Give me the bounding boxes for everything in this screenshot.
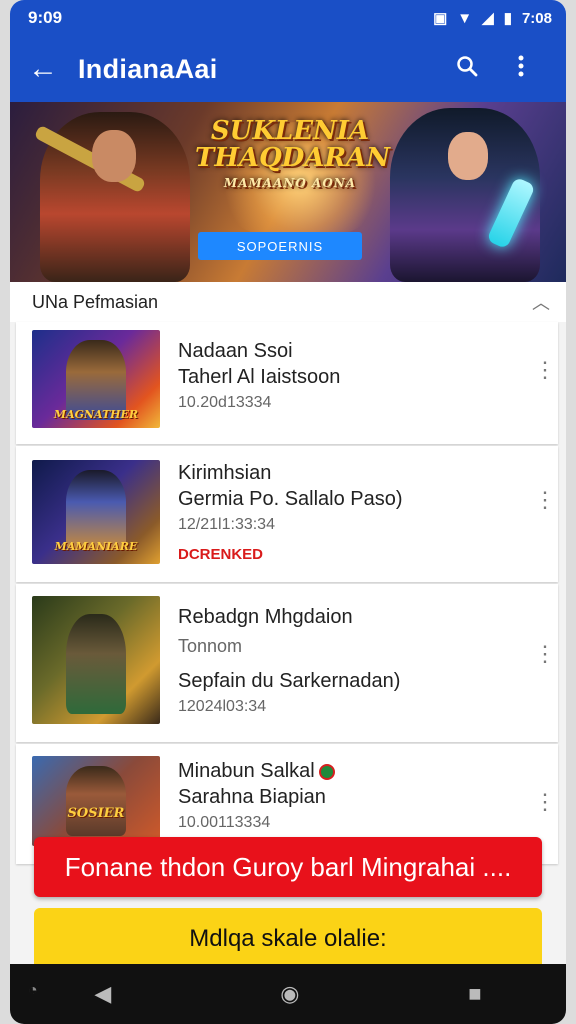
banner-hero-heroine — [390, 108, 540, 282]
status-time-right: 7:08 — [521, 9, 552, 27]
status-bar: 9:09 ▣ ▼ ◢ ▮ 7:08 — [10, 0, 566, 36]
item-thumbnail: MAMANIARE — [32, 460, 160, 564]
banner-title-line3: MAMAANO AONA — [223, 175, 357, 190]
thumb-figure — [66, 766, 126, 836]
thumb-label: MAGNATHER — [53, 408, 139, 421]
nav-home-icon[interactable]: ◉ — [280, 981, 299, 1007]
hero-face — [92, 130, 136, 182]
item-title: Nadaan Ssoi — [178, 340, 293, 362]
battery-icon: ▮ — [503, 10, 512, 27]
flag-icon — [318, 763, 335, 780]
item-title: Rebadgn Mhgdaion — [178, 606, 353, 628]
status-time-left: 9:09 — [28, 8, 63, 27]
signal-icon: ◢ — [482, 10, 494, 27]
banner-button[interactable]: SOPOERNIS — [198, 232, 362, 260]
search-icon[interactable] — [440, 54, 494, 85]
more-vert-icon[interactable] — [494, 54, 548, 85]
item-subtitle: Tonnom — [178, 636, 243, 656]
yellow-cta-button[interactable]: Mdlqa skale olalie: — [34, 908, 542, 970]
section-title: UNa Pefmasian — [32, 291, 159, 312]
system-nav-bar: ◔ ◀ ◉ ■ — [10, 964, 566, 1024]
phone-screen: 9:09 ▣ ▼ ◢ ▮ 7:08 ← IndianaAai SUKLENIA — [10, 0, 566, 1024]
item-date: 10.20d13334 — [178, 394, 272, 411]
status-icons: ▣ ▼ ◢ ▮ 7:08 — [433, 9, 552, 28]
sim-icon: ▣ — [433, 10, 448, 27]
app-bar: ← IndianaAai — [10, 36, 566, 102]
heroine-face — [448, 132, 488, 180]
list-item[interactable]: Rebadgn Mhgdaion Tonnom Sepfain du Sarke… — [16, 584, 558, 742]
more-vert-icon[interactable]: ⋮ — [534, 791, 556, 813]
item-title: Kirimhsian — [178, 462, 272, 484]
banner-title-line1: SUKLENIA — [210, 116, 370, 146]
item-thumbnail: MAGNATHER — [32, 330, 160, 428]
thumb-label: MAMANIARE — [54, 540, 138, 553]
banner-hero-warrior — [33, 112, 190, 282]
thumb-label: SOSIER — [67, 806, 125, 821]
nav-back-icon[interactable]: ◀ — [94, 981, 111, 1007]
status-badge: DCRENKED — [178, 546, 264, 563]
item-date: 12/21l1:33:34 — [178, 516, 275, 533]
item-thumbnail — [32, 596, 160, 724]
item-thumbnail: SOSIER — [32, 756, 160, 846]
item-title-text: Minabun Salkal — [178, 760, 315, 782]
section-header[interactable]: UNa Pefmasian ︿ — [10, 282, 566, 322]
item-title: Minabun Salkal — [178, 760, 335, 783]
list-item[interactable]: MAMANIARE Kirimhsian Germia Po. Sallalo … — [16, 446, 558, 582]
promo-banner[interactable]: SUKLENIA THAQDARAN MAMAANO AONA SOPOERNI… — [10, 102, 566, 282]
more-vert-icon[interactable]: ⋮ — [534, 643, 556, 665]
item-subtitle: Germia Po. Sallalo Paso) — [178, 488, 403, 510]
gamepad-icon[interactable]: ◔ — [28, 982, 38, 1000]
more-vert-icon[interactable]: ⋮ — [534, 489, 556, 511]
item-subtitle: Sarahna Biapian — [178, 786, 326, 808]
item-subtitle: Taherl Al Iaistsoon — [178, 366, 341, 388]
banner-title: SUKLENIA THAQDARAN MAMAANO AONA — [195, 116, 390, 190]
wifi-icon: ▼ — [457, 9, 473, 27]
thumb-figure — [66, 614, 126, 714]
item-date: 12024l03:34 — [178, 698, 267, 715]
banner-title-line2: THAQDARAN — [195, 143, 390, 174]
chevron-up-icon[interactable]: ︿ — [532, 289, 550, 315]
item-date: 10.00113334 — [178, 814, 271, 831]
nav-recents-icon[interactable]: ■ — [468, 981, 481, 1007]
more-vert-icon[interactable]: ⋮ — [534, 359, 556, 381]
item-extra: Sepfain du Sarkernadan) — [178, 670, 401, 692]
thumb-figure — [66, 470, 126, 550]
red-cta-button[interactable]: Fonane thdon Guroy barl Mingrahai .... — [34, 837, 542, 897]
list-item[interactable]: MAGNATHER Nadaan Ssoi Taherl Al Iaistsoo… — [16, 322, 558, 444]
energy-blade-icon — [486, 176, 536, 250]
app-title: IndianaAai — [78, 53, 218, 84]
arrow-left-icon[interactable]: ← — [28, 52, 78, 86]
